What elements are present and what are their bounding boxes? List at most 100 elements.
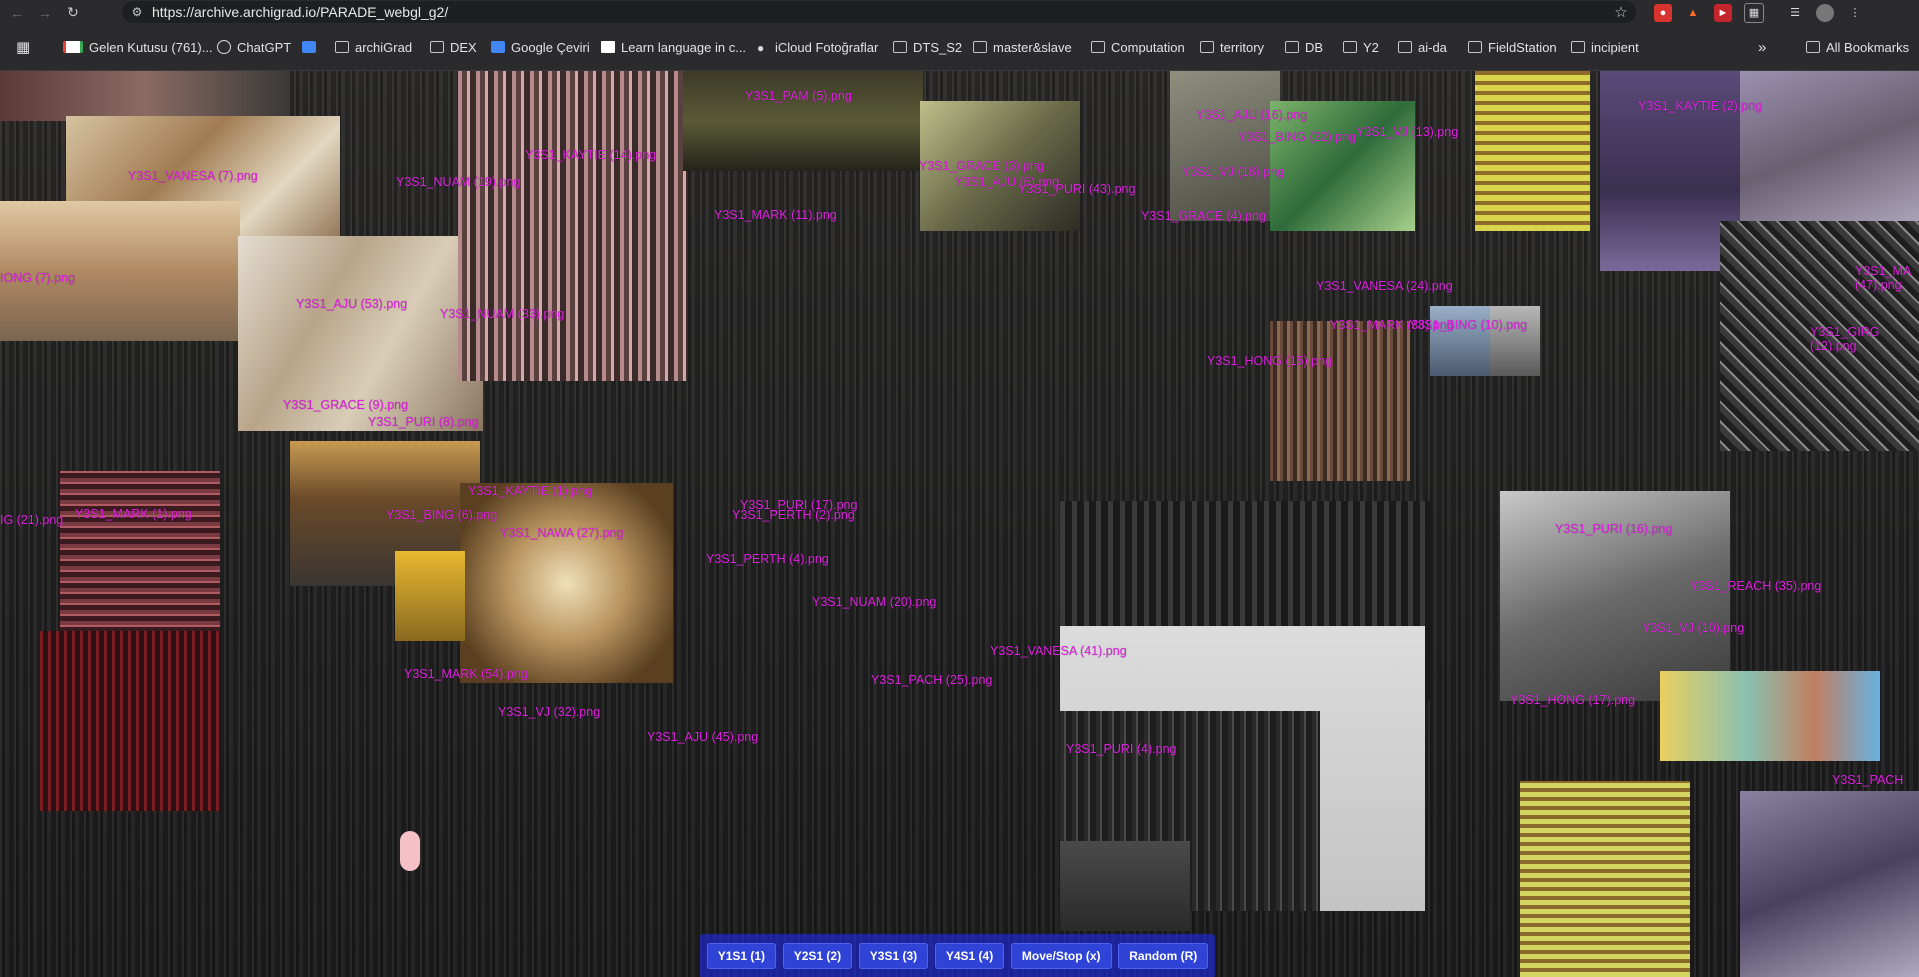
bookmark-gmail[interactable]: Gelen Kutusu (761)... — [63, 37, 213, 57]
image-label: Y3S1_VJ (10).png — [1642, 621, 1745, 635]
image-label: Y3S1_BING (6).png — [386, 508, 498, 522]
bookmarks-bar: ▦ Gelen Kutusu (761)... ChatGPT archiGra… — [0, 25, 1919, 71]
more-bookmarks-icon[interactable]: » — [1758, 37, 1766, 57]
image-label: Y3S1_GIRG (12).png — [1810, 325, 1880, 353]
y2s1-button[interactable]: Y2S1 (2) — [782, 943, 853, 969]
image-label: Y3S1_NUAM (19).png — [396, 175, 521, 189]
language-site-icon — [601, 41, 615, 53]
random-button[interactable]: Random (R) — [1118, 943, 1209, 969]
folder-icon — [1200, 41, 1214, 53]
folder-icon — [1285, 41, 1299, 53]
image-label: Y3S1_VJ (18).png — [1182, 165, 1285, 179]
forward-icon[interactable]: → — [34, 2, 56, 24]
bookmark-calendar[interactable] — [302, 37, 322, 57]
menu-icon[interactable]: ⋮ — [1846, 3, 1864, 22]
image-label: Y3S1_AJU (53).png — [296, 297, 408, 311]
webgl-canvas[interactable]: Y3S1_PAM (5).png Y3S1_KAYTIE (14).png Y3… — [0, 71, 1919, 977]
image-label: Y3S1_REACH (35).png — [1690, 579, 1822, 593]
back-icon[interactable]: ← — [6, 2, 28, 24]
image-tile — [400, 831, 420, 871]
folder-icon — [430, 41, 444, 53]
y4s1-button[interactable]: Y4S1 (4) — [934, 943, 1005, 969]
apple-icon: ● — [757, 41, 765, 55]
image-tile — [1475, 71, 1590, 231]
extensions-area: ● ▲ ► ▦ ☰ ⋮ — [1648, 0, 1870, 25]
all-bookmarks[interactable]: All Bookmarks — [1806, 37, 1909, 57]
bookmark-translate[interactable]: Google Çeviri — [491, 37, 590, 57]
bookmark-learn-language[interactable]: Learn language in c... — [601, 37, 746, 57]
bookmark-computation[interactable]: Computation — [1091, 37, 1185, 57]
apps-grid-icon[interactable]: ▦ — [16, 37, 30, 57]
image-tile — [395, 551, 465, 641]
image-label: Y3S1_GRACE (3).png — [919, 159, 1045, 173]
image-label: Y3S1_GRACE (4).png — [1141, 209, 1267, 223]
chatgpt-icon — [217, 40, 231, 54]
bookmark-dex[interactable]: DEX — [430, 37, 477, 57]
image-tile — [1740, 71, 1919, 231]
move-stop-button[interactable]: Move/Stop (x) — [1010, 943, 1112, 969]
image-label: Y3S1_PERTH (2).png — [732, 508, 855, 522]
folder-icon — [973, 41, 987, 53]
image-label: Y3S1_KAYTIE (14).png — [525, 148, 657, 162]
image-tile — [1520, 781, 1690, 977]
image-label: Y3S1_MARK (1).png — [75, 507, 192, 521]
parade-controls: Y1S1 (1) Y2S1 (2) Y3S1 (3) Y4S1 (4) Move… — [700, 934, 1215, 977]
star-icon[interactable]: ☆ — [1606, 3, 1636, 21]
bookmark-chatgpt[interactable]: ChatGPT — [217, 37, 291, 57]
site-settings-icon[interactable]: ⚙ — [122, 5, 152, 19]
image-tile — [1740, 791, 1919, 977]
extension-red-icon[interactable]: ● — [1654, 3, 1672, 22]
image-label: Y3S1_PURI (4).png — [1066, 742, 1177, 756]
image-label: Y3S1_NAWA (27).png — [500, 526, 624, 540]
bookmark-territory[interactable]: territory — [1200, 37, 1264, 57]
image-tile — [1270, 321, 1410, 481]
image-label: Y3S1_PERTH (4).png — [706, 552, 829, 566]
bookmark-archigrad[interactable]: archiGrad — [335, 37, 412, 57]
folder-icon — [1398, 41, 1412, 53]
image-label: Y3S1_PAM (5).png — [745, 89, 852, 103]
bookmark-incipient[interactable]: incipient — [1571, 37, 1639, 57]
puzzle-icon[interactable]: ▦ — [1744, 2, 1764, 23]
image-label: IONG (7).png — [0, 271, 76, 285]
folder-icon — [1806, 41, 1820, 53]
image-label: Y3S1_PURI (43).png — [1018, 182, 1136, 196]
image-label: Y3S1_VJ (13).png — [1356, 125, 1459, 139]
image-label: Y3S1_MARK (54).png — [404, 667, 528, 681]
extension-video-icon[interactable]: ► — [1714, 3, 1732, 22]
image-label: Y3S1_KAYTIE (2).png — [1638, 99, 1763, 113]
folder-icon — [1343, 41, 1357, 53]
image-label: Y3S1_VJ (32).png — [498, 705, 601, 719]
image-label: Y3S1_VANESA (24).png — [1316, 279, 1453, 293]
y3s1-button[interactable]: Y3S1 (3) — [858, 943, 929, 969]
image-label: Y3S1_MA (47).png — [1855, 264, 1911, 292]
image-label: Y3S1_PURI (16).png — [1555, 522, 1673, 536]
image-label: Y3S1_MARK (11).png — [714, 208, 837, 222]
extension-fire-icon[interactable]: ▲ — [1684, 3, 1702, 22]
bookmark-fieldstation[interactable]: FieldStation — [1468, 37, 1557, 57]
bookmark-ai-da[interactable]: ai-da — [1398, 37, 1447, 57]
image-tile — [458, 71, 688, 381]
bookmark-master-slave[interactable]: master&slave — [973, 37, 1072, 57]
gmail-icon — [63, 41, 83, 53]
bookmark-icloud[interactable]: ● iCloud Fotoğraflar — [757, 37, 878, 57]
image-label: Y3S1_VANESA (7).png — [128, 169, 258, 183]
translate-icon — [491, 41, 505, 53]
avatar[interactable] — [1816, 3, 1834, 22]
image-label: Y3S1_GRACE (9).png — [283, 398, 409, 412]
bookmark-dts-s2[interactable]: DTS_S2 — [893, 37, 962, 57]
bookmark-y2[interactable]: Y2 — [1343, 37, 1379, 57]
image-tile — [1060, 841, 1190, 931]
reload-icon[interactable]: ↻ — [62, 2, 84, 24]
media-icon[interactable]: ☰ — [1786, 3, 1804, 22]
address-bar[interactable]: ⚙ https://archive.archigrad.io/PARADE_we… — [122, 1, 1636, 23]
image-label: Y3S1_BING (22).png — [1238, 130, 1357, 144]
url-text[interactable]: https://archive.archigrad.io/PARADE_webg… — [152, 4, 1606, 20]
image-tile — [683, 71, 923, 171]
folder-icon — [1468, 41, 1482, 53]
y1s1-button[interactable]: Y1S1 (1) — [706, 943, 777, 969]
image-label: Y3S1_KAYTIE (1).png — [468, 484, 593, 498]
image-label: Y3S1_VANESA (41).png — [990, 644, 1127, 658]
folder-icon — [1571, 41, 1585, 53]
image-label: Y3S1_HONG (15).png — [1207, 354, 1333, 368]
bookmark-db[interactable]: DB — [1285, 37, 1323, 57]
